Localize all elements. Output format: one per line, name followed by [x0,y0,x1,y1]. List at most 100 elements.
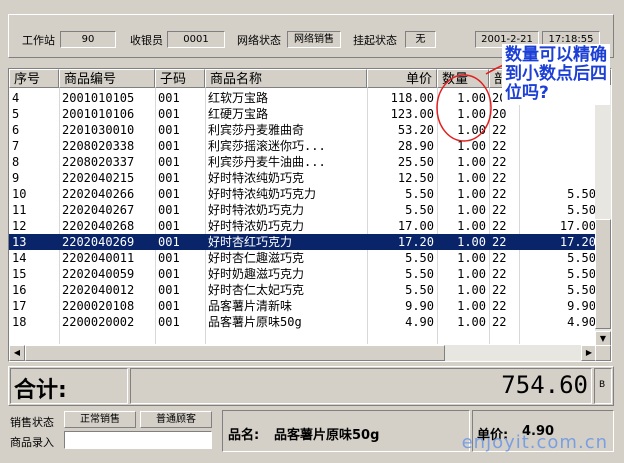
product-name-label: 品名: [228,428,260,443]
table-cell: 17.00 [559,219,596,233]
product-name-value: 品客薯片原味50g [274,428,380,443]
table-cell: 22 [492,187,507,201]
table-cell: 1.00 [457,155,486,169]
hang-status-label: 挂起状态 [353,34,397,47]
table-cell: 2202040012 [62,283,135,297]
horizontal-scrollbar[interactable]: ◀ ▶ [9,345,597,361]
table-row[interactable]: 10 2202040266 001 好时特浓纯奶巧克力 5.50 1.00 22 5.50 [9,186,599,202]
annotation-text: 数量可以精确到小数点后四位吗? [502,44,610,105]
scroll-corner [595,345,611,361]
table-cell: 12.50 [397,171,434,185]
cashier-value: 0001 [167,31,225,48]
table-cell: 5.50 [405,251,434,265]
table-cell: 22 [492,283,507,297]
table-cell: 6 [12,123,20,137]
table-cell: 10 [12,187,27,201]
table-row[interactable]: 12 2202040268 001 好时特浓奶巧克力 17.00 1.00 22 17.00 [9,218,599,234]
table-cell: 001 [158,171,180,185]
customer-type-button[interactable]: 普通顾客 [140,411,212,428]
table-cell: 好时特浓奶巧克力 [208,203,305,217]
table-cell: 7 [12,139,20,153]
column-header-code[interactable]: 商品编号 [59,69,155,88]
table-cell: 2001010105 [62,91,135,105]
table-row[interactable]: 9 2202040215 001 好时特浓纯奶巧克 12.50 1.00 22 [9,170,599,186]
table-cell: 2202040267 [62,203,135,217]
table-cell: 2202040059 [62,267,135,281]
product-entry-input[interactable] [64,431,212,449]
column-header-seq[interactable]: 序号 [9,69,59,88]
table-row[interactable]: 8 2208020337 001 利宾莎丹麦牛油曲... 25.50 1.00 22 [9,154,599,170]
table-cell: 8 [12,155,20,169]
scroll-thumb[interactable] [595,219,611,329]
hang-status-value: 无 [405,31,436,48]
table-cell: 5.50 [567,283,596,297]
column-header-name[interactable]: 商品名称 [205,69,367,88]
total-suffix: B [599,380,606,390]
table-cell: 好时奶趣滋巧克力 [208,267,305,281]
table-cell: 好时特浓奶巧克力 [208,219,305,233]
table-row[interactable]: 14 2202040011 001 好时杏仁趣滋巧克 5.50 1.00 22 5.50 [9,250,599,266]
table-row[interactable]: 7 2208020338 001 利宾莎摇滚迷你巧... 28.90 1.00 22 [9,138,599,154]
table-cell: 2001010106 [62,107,135,121]
table-cell: 001 [158,235,180,249]
table-row[interactable]: 11 2202040267 001 好时特浓奶巧克力 5.50 1.00 22 5.50 [9,202,599,218]
table-cell: 001 [158,123,180,137]
table-row[interactable]: 5 2001010106 001 红硬万宝路 123.00 1.00 20 [9,106,599,122]
sales-grid[interactable]: 序号 商品编号 子码 商品名称 单价 数量 部 4 2001010105 001 红软… [8,68,612,362]
table-cell: 001 [158,107,180,121]
table-cell: 001 [158,187,180,201]
table-cell: 2201030010 [62,123,135,137]
table-cell: 5.50 [567,267,596,281]
table-cell: 2208020337 [62,155,135,169]
table-cell: 1.00 [457,299,486,313]
table-row[interactable]: 16 2202040012 001 好时杏仁太妃巧克 5.50 1.00 22 5.50 [9,282,599,298]
table-cell: 53.20 [397,123,434,137]
table-cell: 1.00 [457,283,486,297]
table-cell: 1.00 [457,219,486,233]
table-cell: 9 [12,171,20,185]
table-cell: 12 [12,219,27,233]
table-cell: 001 [158,299,180,313]
table-cell: 5.50 [405,283,434,297]
table-row[interactable]: 6 2201030010 001 利宾莎丹麦雅曲奇 53.20 1.00 22 [9,122,599,138]
table-cell: 001 [158,315,180,329]
table-row[interactable]: 17 2200020108 001 品客薯片清新味 9.90 1.00 22 9.90 [9,298,599,314]
table-row[interactable]: 18 2200020002 001 品客薯片原味50g 4.90 1.00 22 4.90 [9,314,599,330]
table-cell: 15 [12,267,27,281]
table-cell [519,106,599,122]
table-cell: 4.90 [405,315,434,329]
table-row[interactable]: 13 2202040269 001 好时杏红巧克力 17.20 1.00 22 17.20 [9,234,599,250]
table-cell: 1.00 [457,171,486,185]
vertical-scrollbar[interactable]: ▲ ▼ [595,69,611,347]
total-label: 合计: [14,378,67,403]
table-cell: 001 [158,203,180,217]
table-cell: 5.50 [567,251,596,265]
table-cell: 118.00 [390,91,434,105]
table-cell: 好时特浓纯奶巧克 [208,171,305,185]
table-cell: 4.90 [567,315,596,329]
table-cell: 17.20 [397,235,434,249]
table-cell: 22 [492,299,507,313]
scroll-left-arrow-icon[interactable]: ◀ [9,345,25,361]
sale-status-value[interactable]: 正常销售 [64,411,136,428]
scroll-h-thumb[interactable] [25,345,445,361]
table-cell: 5.50 [567,203,596,217]
table-cell: 22 [492,219,507,233]
table-row[interactable]: 15 2202040059 001 好时奶趣滋巧克力 5.50 1.00 22 5.50 [9,266,599,282]
table-cell: 22 [492,235,507,249]
table-cell: 17 [12,299,27,313]
table-cell: 2202040266 [62,187,135,201]
column-header-price[interactable]: 单价 [367,69,437,88]
table-cell: 17.00 [397,219,434,233]
table-cell: 好时杏红巧克力 [208,235,293,249]
column-header-subcode[interactable]: 子码 [155,69,205,88]
table-cell: 22 [492,203,507,217]
table-cell: 2200020002 [62,315,135,329]
sale-status-label: 销售状态 [10,416,54,429]
table-cell: 利宾莎摇滚迷你巧... [208,139,326,153]
table-cell [519,138,599,154]
station-label: 工作站 [22,34,55,47]
table-cell: 4 [12,91,20,105]
table-cell: 红硬万宝路 [208,107,269,121]
table-cell: 001 [158,219,180,233]
